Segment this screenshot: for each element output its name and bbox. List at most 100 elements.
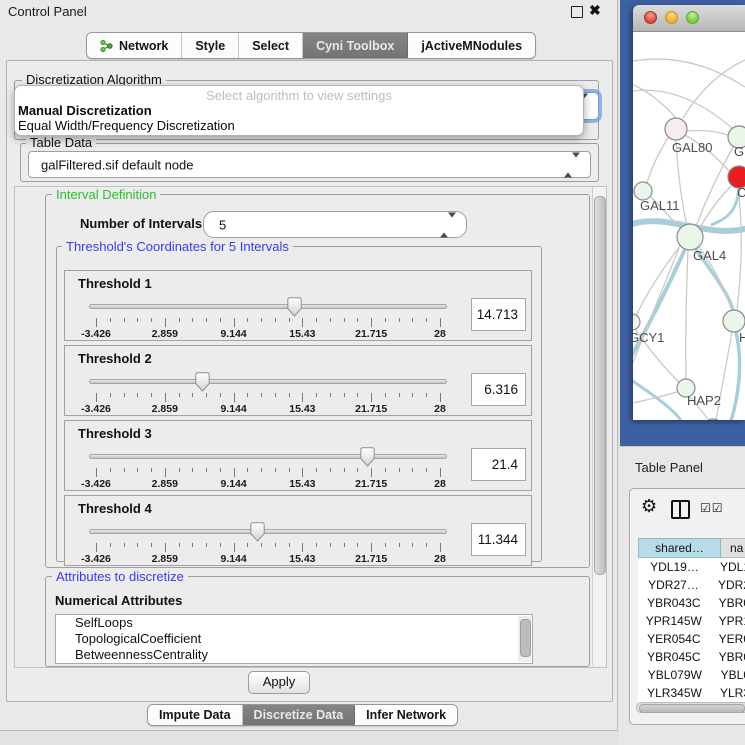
cell-name[interactable]: YDL1 [711, 558, 745, 576]
slider-tick [371, 393, 372, 402]
dropdown-item-manual[interactable]: Manual Discretization [18, 103, 152, 118]
cell-shared-name[interactable]: YDL19… [638, 558, 711, 576]
network-edge[interactable] [686, 131, 728, 136]
slider-thumb[interactable] [250, 522, 265, 542]
slider-track[interactable] [89, 379, 447, 384]
attribute-list-item[interactable]: SelfLoops [56, 615, 532, 631]
table-data-combobox[interactable]: galFiltered.sif default node [28, 151, 591, 178]
slider-track[interactable] [89, 454, 447, 459]
cell-name[interactable]: YDR2 [709, 576, 745, 594]
network-edge[interactable] [633, 392, 677, 404]
table-row[interactable]: YBR045CYBR0 [638, 648, 745, 666]
slider-tick [261, 543, 262, 547]
network-edge[interactable] [731, 332, 740, 420]
slider-track[interactable] [89, 304, 447, 309]
slider-tick [316, 393, 317, 397]
vertical-scrollbar-thumb[interactable] [594, 196, 606, 575]
slider-thumb[interactable] [195, 372, 210, 392]
threshold-slider[interactable]: -3.4262.8599.14415.4321.71528 [89, 446, 447, 490]
tab-style[interactable]: Style [182, 33, 239, 58]
table-row[interactable]: YPR145WYPR1 [638, 612, 745, 630]
network-node[interactable] [704, 419, 722, 420]
close-icon[interactable]: ✖ [589, 2, 601, 19]
network-edge[interactable] [686, 250, 688, 379]
network-node[interactable] [633, 314, 640, 330]
network-node-label: GCY1 [633, 330, 664, 345]
network-node[interactable] [723, 310, 745, 332]
dropdown-item-equal-width[interactable]: Equal Width/Frequency Discretization [18, 118, 235, 133]
numerical-attributes-list[interactable]: SelfLoopsTopologicalCoefficientBetweenne… [55, 614, 533, 664]
slider-tick [371, 318, 372, 327]
tab-infer-network[interactable]: Infer Network [355, 705, 457, 725]
cell-name[interactable]: YLR3 [711, 684, 745, 702]
cell-name[interactable]: YBL0 [712, 666, 745, 684]
tab-cyni-toolbox[interactable]: Cyni Toolbox [303, 33, 408, 58]
threshold-slider[interactable]: -3.4262.8599.14415.4321.71528 [89, 296, 447, 340]
threshold-value-field[interactable]: 21.4 [471, 448, 526, 481]
cell-name[interactable]: YBR0 [710, 648, 745, 666]
vertical-scrollbar[interactable] [592, 187, 606, 665]
column-header-shared-name[interactable]: shared… [638, 538, 721, 558]
network-edge[interactable] [683, 60, 745, 118]
tab-select[interactable]: Select [239, 33, 303, 58]
gear-icon[interactable]: ⚙ [641, 497, 657, 515]
network-edge[interactable] [633, 377, 681, 420]
cell-name[interactable]: YBR0 [710, 594, 745, 612]
tab-impute-data[interactable]: Impute Data [148, 705, 243, 725]
network-edge[interactable] [633, 82, 676, 118]
attribute-list-item[interactable]: BetweennessCentrality [56, 647, 532, 663]
threshold-slider[interactable]: -3.4262.8599.14415.4321.71528 [89, 371, 447, 415]
cell-shared-name[interactable]: YPR145W [638, 612, 710, 630]
network-node[interactable] [677, 224, 703, 250]
network-canvas[interactable]: GAL80GCGAL11GAL4GCY1HHAP2 [633, 32, 745, 420]
cell-shared-name[interactable]: YER054C [638, 630, 710, 648]
cell-shared-name[interactable]: YLR345W [638, 684, 711, 702]
threshold-slider[interactable]: -3.4262.8599.14415.4321.71528 [89, 521, 447, 565]
cell-shared-name[interactable]: YBL079W [638, 666, 712, 684]
network-edge[interactable] [711, 188, 739, 225]
tab-network[interactable]: Network [87, 33, 182, 58]
table-row[interactable]: YBL079WYBL0 [638, 666, 745, 684]
table-row[interactable]: YBR043CYBR0 [638, 594, 745, 612]
cell-shared-name[interactable]: YBR043C [638, 594, 710, 612]
network-edge[interactable] [737, 188, 741, 310]
network-edge[interactable] [647, 136, 669, 183]
select-columns-icon[interactable]: ☑☑ [700, 501, 724, 515]
apply-button[interactable]: Apply [248, 671, 310, 694]
tab-discretize-data[interactable]: Discretize Data [243, 705, 356, 725]
threshold-value-field[interactable]: 6.316 [471, 373, 526, 406]
network-node[interactable] [665, 118, 687, 140]
slider-track[interactable] [89, 529, 447, 534]
split-columns-icon[interactable] [671, 500, 690, 519]
close-traffic-light-icon[interactable] [644, 11, 657, 24]
column-header-name[interactable]: na [721, 538, 745, 558]
slider-tick [275, 393, 276, 397]
slider-thumb[interactable] [287, 297, 302, 317]
number-of-intervals-combobox[interactable]: 5 [203, 211, 467, 238]
zoom-traffic-light-icon[interactable] [686, 11, 699, 24]
table-row[interactable]: YLR345WYLR3 [638, 684, 745, 702]
cell-name[interactable]: YER0 [710, 630, 745, 648]
slider-tick [344, 543, 345, 547]
table-row[interactable]: YER054CYER0 [638, 630, 745, 648]
minimize-traffic-light-icon[interactable] [665, 11, 678, 24]
slider-thumb[interactable] [360, 447, 375, 467]
tab-jactivemnodules[interactable]: jActiveMNodules [408, 33, 535, 58]
cell-shared-name[interactable]: YBR045C [638, 648, 710, 666]
threshold-value-field[interactable]: 14.713 [471, 298, 526, 331]
table-row[interactable]: YDR27…YDR2 [638, 576, 745, 594]
horizontal-scrollbar-thumb[interactable] [639, 704, 745, 713]
horizontal-scrollbar[interactable] [636, 702, 745, 713]
network-window-titlebar[interactable] [633, 5, 745, 32]
cell-shared-name[interactable]: YDR27… [638, 576, 709, 594]
attribute-list-item[interactable]: TopologicalCoefficient [56, 631, 532, 647]
list-scrollbar[interactable] [518, 616, 531, 662]
table-row[interactable]: YDL19…YDL1 [638, 558, 745, 576]
threshold-value-field[interactable]: 11.344 [471, 523, 526, 556]
float-window-icon[interactable] [571, 6, 583, 18]
node-table[interactable]: shared… na YDL19…YDL1YDR27…YDR2YBR043CYB… [638, 538, 745, 712]
slider-tick [426, 318, 427, 322]
cell-name[interactable]: YPR1 [710, 612, 745, 630]
list-scrollbar-thumb[interactable] [520, 619, 531, 657]
network-edge[interactable] [633, 59, 745, 87]
